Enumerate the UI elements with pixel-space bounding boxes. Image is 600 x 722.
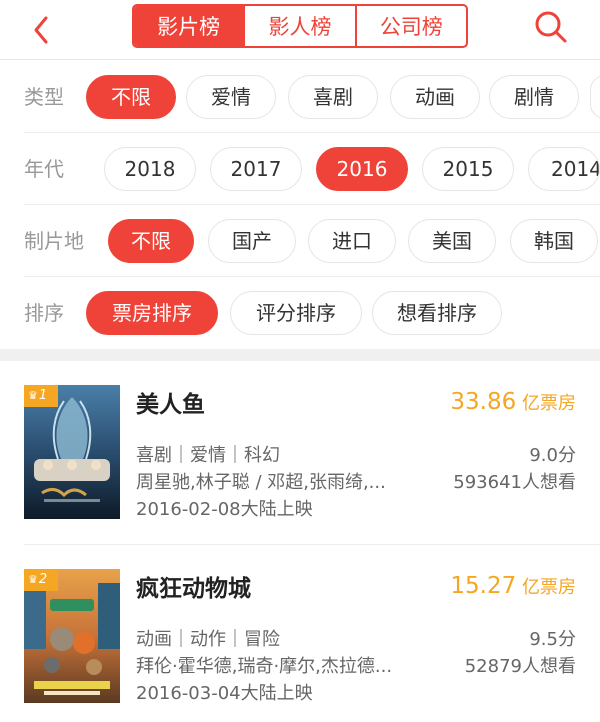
- chip-sort-boxoffice[interactable]: 票房排序: [86, 291, 218, 335]
- want-count: 593641人想看: [453, 472, 576, 493]
- chip-region-korea[interactable]: 韩国: [510, 219, 598, 263]
- movie-title: 美人鱼: [136, 392, 205, 418]
- chip-year-2015[interactable]: 2015: [422, 147, 514, 191]
- chip-year-2018[interactable]: 2018: [104, 147, 196, 191]
- chip-region-domestic[interactable]: 国产: [208, 219, 296, 263]
- movie-genres: 动画｜动作｜冒险: [136, 629, 280, 650]
- chip-year-2016[interactable]: 2016: [316, 147, 408, 191]
- chip-type-more[interactable]: [590, 75, 600, 119]
- search-button[interactable]: [530, 6, 570, 46]
- tab-people-ranking[interactable]: 影人榜: [243, 6, 354, 46]
- movie-item[interactable]: ♛2 疯狂动物城 15.27 亿票房 动画｜动作｜冒险 拜伦·霍华德,瑞奇·摩尔…: [24, 545, 600, 722]
- chevron-left-icon: [34, 16, 48, 44]
- chip-region-import[interactable]: 进口: [308, 219, 396, 263]
- movie-score: 9.0分: [529, 445, 576, 466]
- chip-region-all[interactable]: 不限: [108, 219, 194, 263]
- tab-movie-ranking[interactable]: 影片榜: [134, 6, 244, 46]
- chip-year-2014[interactable]: 2014: [528, 147, 600, 191]
- chip-sort-want[interactable]: 想看排序: [372, 291, 502, 335]
- movie-poster: ♛2: [24, 569, 120, 703]
- filter-label: 类型: [24, 85, 64, 109]
- rank-number: 1: [38, 388, 48, 403]
- box-office-unit: 亿票房: [522, 577, 576, 598]
- box-office-value: 15.27: [450, 573, 517, 599]
- filter-panel: 类型 不限 爱情 喜剧 动画 剧情 年代 2018 2017 2016 2015…: [0, 61, 600, 349]
- crown-icon: ♛: [28, 573, 38, 586]
- filter-row-region: 制片地 不限 国产 进口 美国 韩国: [24, 205, 600, 277]
- chip-type-animation[interactable]: 动画: [390, 75, 480, 119]
- top-bar: 影片榜 影人榜 公司榜: [0, 0, 600, 60]
- box-office: 33.86 亿票房: [450, 389, 576, 415]
- back-button[interactable]: [22, 8, 62, 48]
- movie-poster: ♛1: [24, 385, 120, 519]
- box-office-value: 33.86: [450, 389, 517, 415]
- box-office: 15.27 亿票房: [450, 573, 576, 599]
- filter-label: 排序: [24, 301, 64, 325]
- movie-item[interactable]: ♛1 美人鱼 33.86 亿票房 喜剧｜爱情｜科幻 周星驰,林子聪 / 邓超,张…: [24, 361, 600, 545]
- chip-type-comedy[interactable]: 喜剧: [288, 75, 378, 119]
- filter-label: 年代: [24, 157, 64, 181]
- section-divider: [0, 349, 600, 361]
- rank-badge: ♛1: [24, 385, 58, 407]
- chip-sort-score[interactable]: 评分排序: [230, 291, 362, 335]
- chip-region-usa[interactable]: 美国: [408, 219, 496, 263]
- movie-list: ♛1 美人鱼 33.86 亿票房 喜剧｜爱情｜科幻 周星驰,林子聪 / 邓超,张…: [0, 361, 600, 722]
- box-office-unit: 亿票房: [522, 393, 576, 414]
- ranking-tabs: 影片榜 影人榜 公司榜: [132, 4, 468, 48]
- rank-badge: ♛2: [24, 569, 58, 591]
- chip-type-all[interactable]: 不限: [86, 75, 176, 119]
- chip-type-romance[interactable]: 爱情: [186, 75, 276, 119]
- crown-icon: ♛: [28, 389, 38, 402]
- rank-number: 2: [38, 572, 48, 587]
- movie-actors: 周星驰,林子聪 / 邓超,张雨绮,...: [136, 472, 386, 493]
- filter-row-type: 类型 不限 爱情 喜剧 动画 剧情: [24, 61, 600, 133]
- release-date: 2016-03-04大陆上映: [136, 683, 313, 704]
- search-icon: [535, 11, 567, 43]
- movie-actors: 拜伦·霍华德,瑞奇·摩尔,杰拉德...: [136, 656, 393, 677]
- movie-title: 疯狂动物城: [136, 576, 251, 602]
- chip-year-2017[interactable]: 2017: [210, 147, 302, 191]
- filter-row-year: 年代 2018 2017 2016 2015 2014: [24, 133, 600, 205]
- movie-score: 9.5分: [529, 629, 576, 650]
- movie-genres: 喜剧｜爱情｜科幻: [136, 445, 280, 466]
- filter-label: 制片地: [24, 229, 84, 253]
- release-date: 2016-02-08大陆上映: [136, 499, 313, 520]
- chip-type-drama[interactable]: 剧情: [489, 75, 579, 119]
- want-count: 52879人想看: [464, 656, 576, 677]
- tab-company-ranking[interactable]: 公司榜: [354, 6, 466, 46]
- filter-row-sort: 排序 票房排序 评分排序 想看排序: [24, 277, 600, 349]
